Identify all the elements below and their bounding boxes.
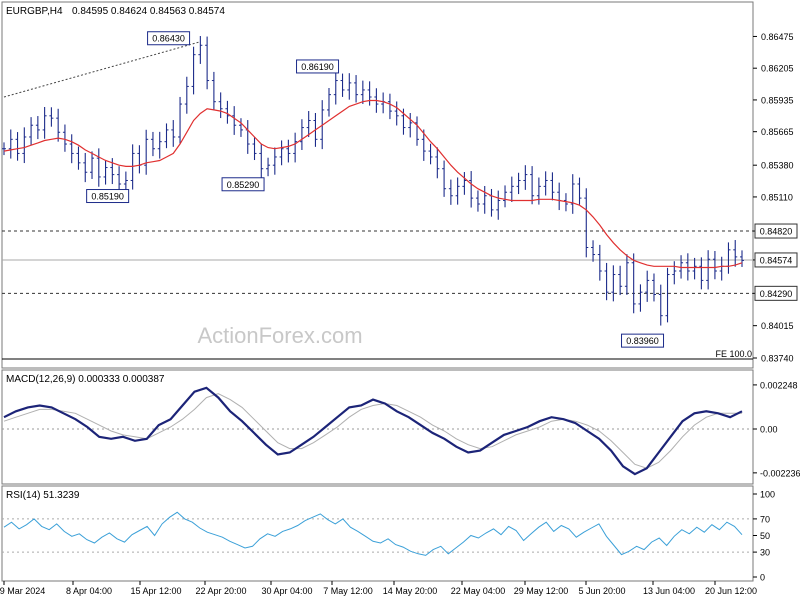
chart-root: ActionForex.com EURGBP,H4 0.84595 0.8462… [0, 0, 800, 600]
rsi-tick-label: 50 [760, 531, 770, 541]
watermark: ActionForex.com [197, 323, 362, 348]
rsi-tick-label: 70 [760, 514, 770, 524]
swing-label: 0.85190 [91, 192, 124, 202]
price-levels: 0.84820 0.84290 0.84574 [2, 223, 798, 360]
level-label: 0.84290 [760, 289, 793, 299]
moving-average-line [3, 99, 743, 269]
time-tick-label: 22 Apr 20:00 [195, 586, 246, 596]
trendline [3, 41, 201, 98]
level-label: 0.84820 [760, 227, 793, 237]
rsi-layer: 100 70 50 30 0 [2, 490, 775, 583]
price-tick-label: 0.86475 [761, 32, 794, 42]
chart-header-ohlc: 0.84595 0.84624 0.84563 0.84574 [72, 6, 225, 17]
time-tick-label: 29 Mar 2024 [0, 586, 45, 596]
price-tick-label: 0.83740 [761, 354, 794, 364]
price-tick-label: 0.86205 [761, 64, 794, 74]
rsi-tick-label: 100 [760, 490, 775, 500]
rsi-tick-label: 30 [760, 548, 770, 558]
time-axis: 29 Mar 2024 8 Apr 04:00 15 Apr 12:00 22 Apr… [0, 581, 757, 596]
time-tick-label: 13 Jun 04:00 [643, 586, 695, 596]
level-label: 0.84574 [760, 255, 793, 265]
swing-label: 0.83960 [626, 336, 659, 346]
rsi-panel-frame [1, 485, 754, 582]
rsi-title: RSI(14) 51.3239 [6, 490, 80, 501]
macd-signal-line [3, 393, 742, 469]
price-tick-label: 0.85935 [761, 95, 794, 105]
trendline-layer [3, 41, 201, 98]
moving-average [3, 99, 743, 269]
time-tick-label: 5 Jun 20:00 [578, 586, 625, 596]
price-tick-label: 0.85110 [761, 192, 793, 202]
macd-tick-label: 0.002248 [760, 380, 798, 390]
rsi-tick-label: 0 [760, 573, 765, 583]
fe-label: FE 100.0 [715, 349, 752, 359]
chart-header-symbol: EURGBP,H4 [6, 6, 63, 17]
time-tick-label: 22 May 04:00 [451, 586, 506, 596]
swing-label: 0.85290 [227, 180, 260, 190]
swing-label: 0.86430 [152, 34, 185, 44]
time-tick-label: 15 Apr 12:00 [130, 586, 181, 596]
price-tick-label: 0.84015 [761, 321, 794, 331]
time-tick-label: 14 May 20:00 [383, 586, 438, 596]
time-tick-label: 30 Apr 04:00 [261, 586, 312, 596]
time-tick-label: 7 May 12:00 [323, 586, 373, 596]
macd-tick-label: -0.002236 [760, 468, 800, 478]
price-axis: 0.86475 0.86205 0.85935 0.85665 0.85380 0.851… [753, 32, 794, 364]
macd-panel-frame [1, 369, 754, 485]
macd-tick-label: 0.00 [760, 425, 778, 435]
time-tick-label: 29 May 12:00 [514, 586, 569, 596]
time-tick-label: 8 Apr 04:00 [66, 586, 112, 596]
time-tick-label: 20 Jun 12:00 [705, 586, 757, 596]
price-annotations: 0.86430 0.86190 0.85190 0.85290 0.83960 [86, 31, 665, 348]
price-panel-frame [1, 1, 754, 369]
macd-title: MACD(12,26,9) 0.000333 0.000387 [6, 374, 165, 385]
price-tick-label: 0.85380 [761, 161, 794, 171]
price-tick-label: 0.85665 [761, 127, 794, 137]
chart-svg: ActionForex.com EURGBP,H4 0.84595 0.8462… [0, 1, 800, 596]
macd-layer: 0.002248 0.00 -0.002236 [2, 380, 800, 478]
swing-label: 0.86190 [301, 62, 334, 72]
price-bars [2, 36, 744, 326]
